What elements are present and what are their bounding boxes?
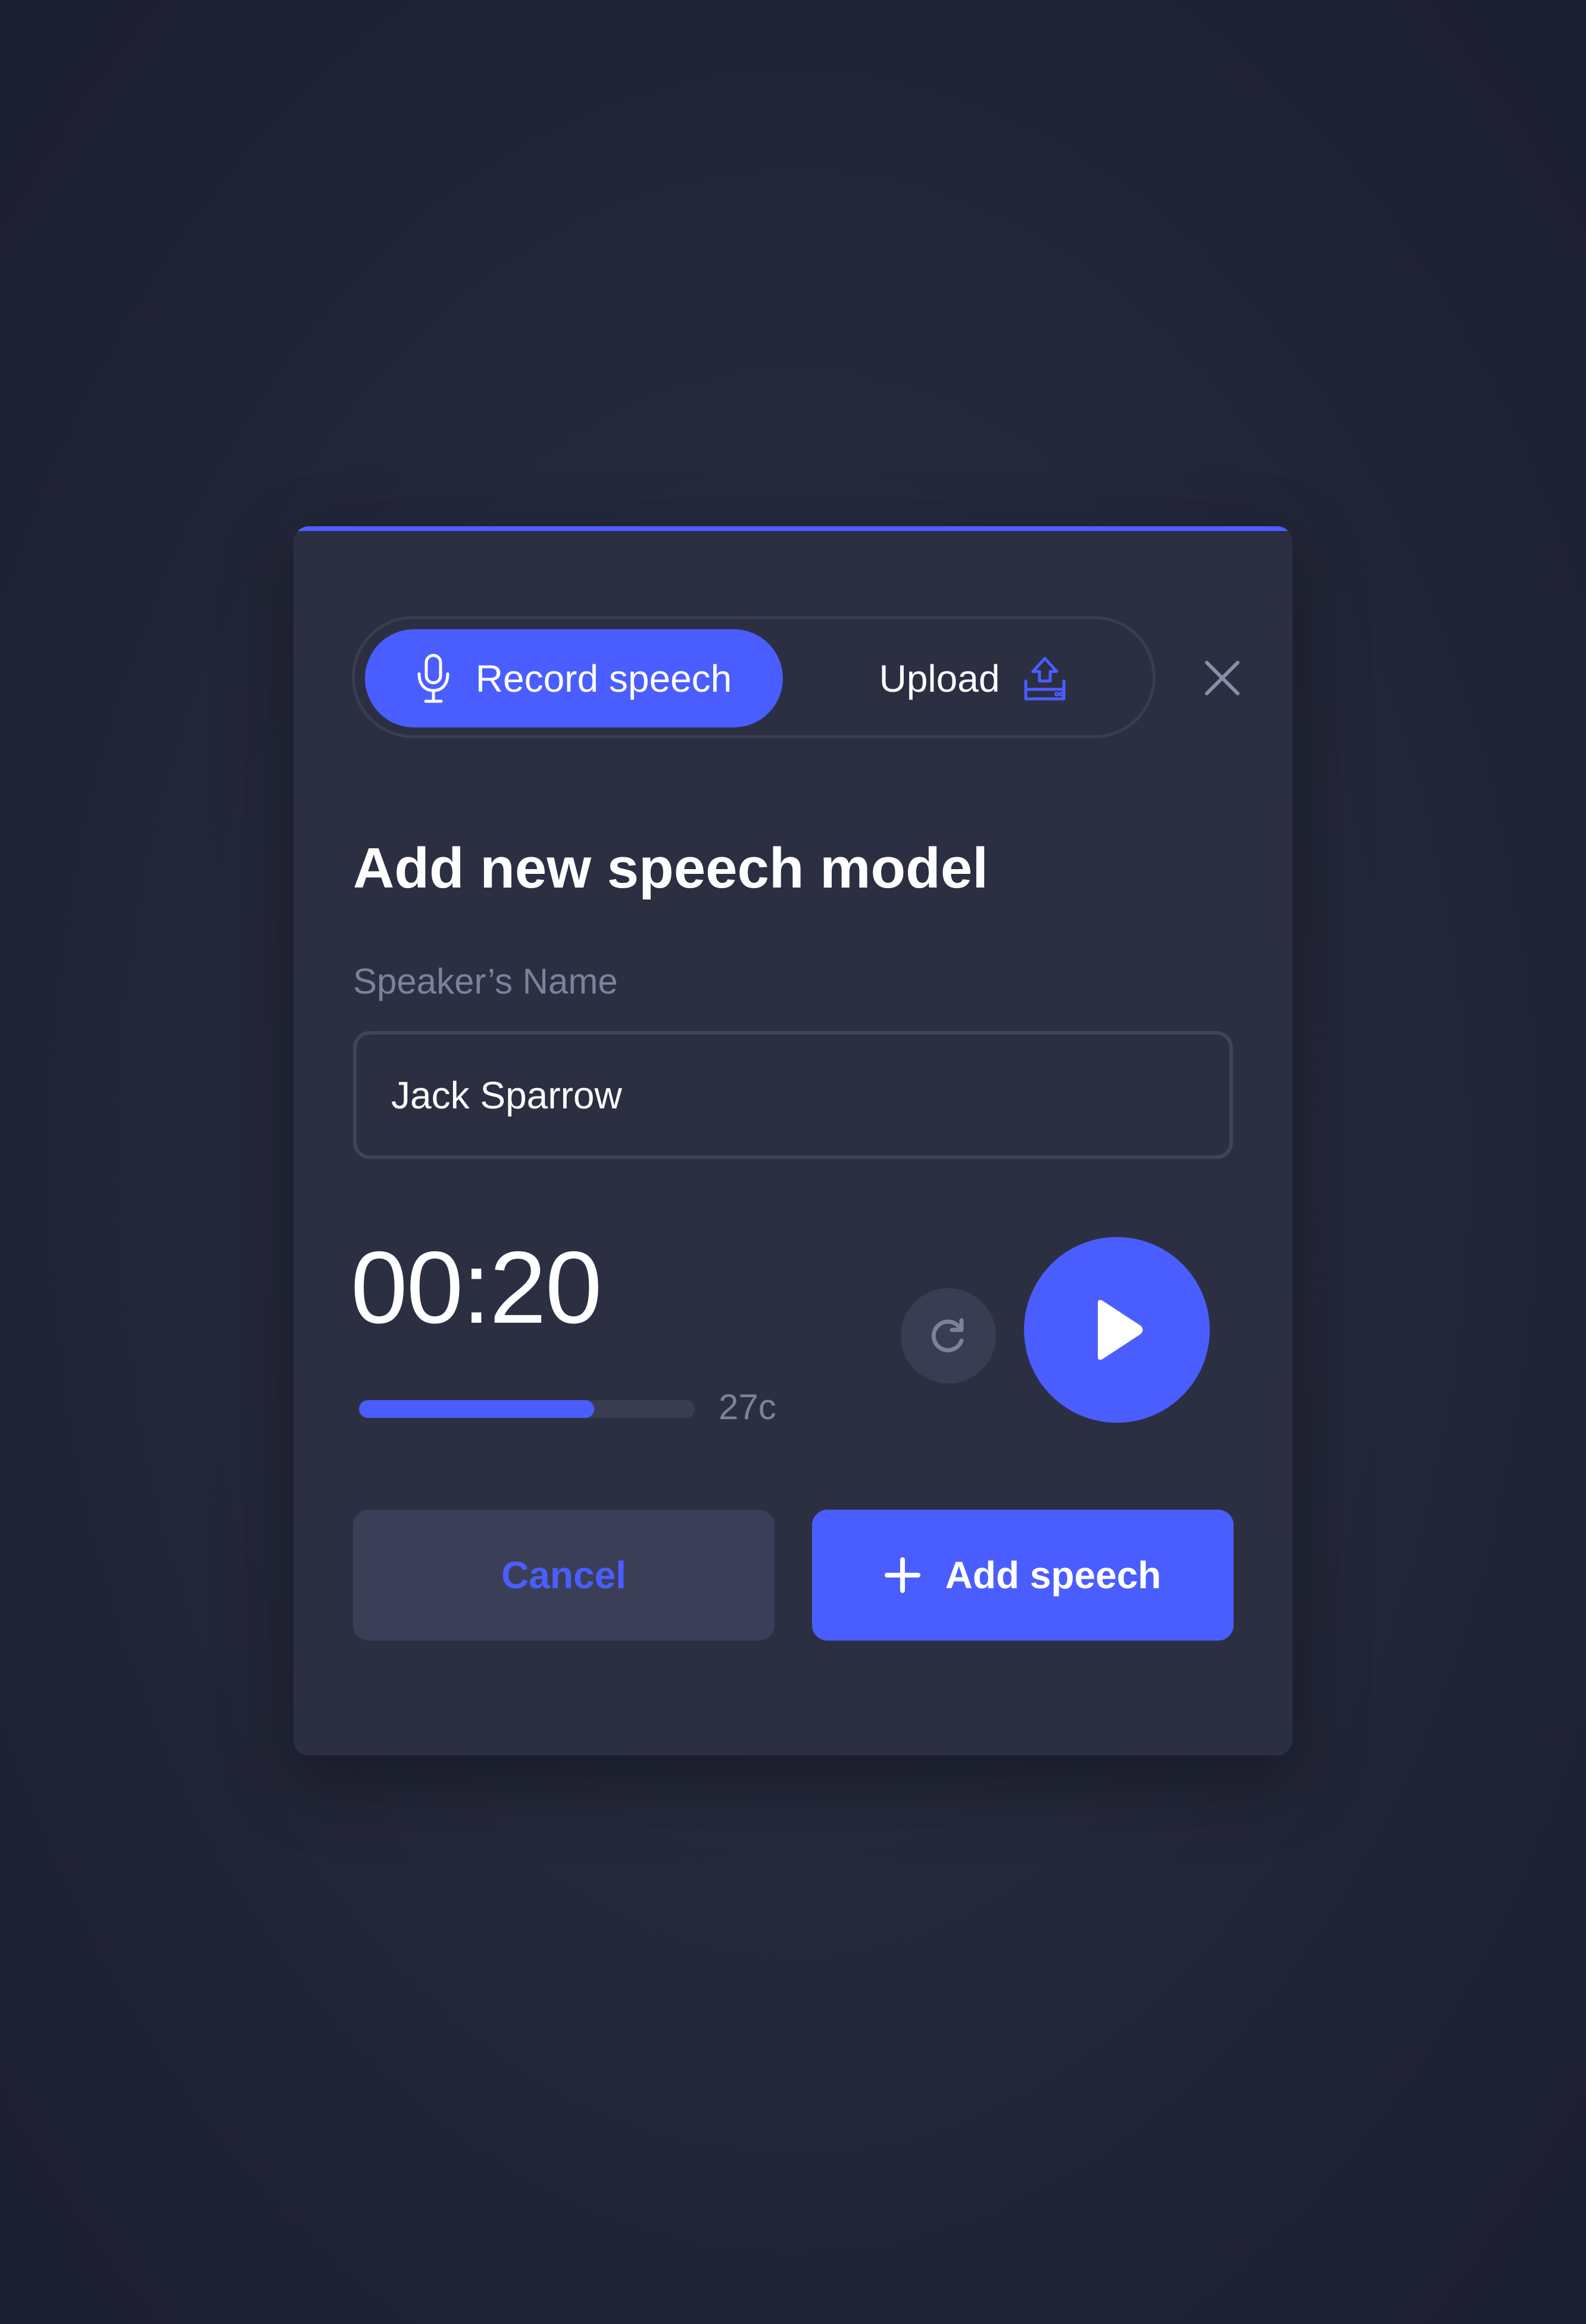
- tab-record-speech[interactable]: Record speech: [365, 629, 783, 727]
- recording-progress-label: 27c: [719, 1387, 776, 1427]
- redo-icon: [927, 1314, 970, 1357]
- dialog-accent-bar: [298, 526, 1288, 531]
- redo-recording-button[interactable]: [901, 1288, 996, 1383]
- close-button[interactable]: [1192, 648, 1252, 708]
- cancel-button[interactable]: Cancel: [353, 1510, 775, 1641]
- play-icon: [1087, 1297, 1147, 1363]
- speaker-name-input[interactable]: [353, 1031, 1233, 1159]
- speaker-name-label: Speaker’s Name: [353, 961, 618, 1001]
- tab-upload-label: Upload: [879, 657, 1000, 700]
- tab-upload[interactable]: Upload: [807, 629, 1141, 727]
- add-speech-button-label: Add speech: [945, 1554, 1162, 1597]
- tab-record-speech-label: Record speech: [475, 657, 732, 700]
- recording-progress-bar: [359, 1400, 695, 1418]
- recording-progress-fill: [359, 1400, 594, 1418]
- plus-icon: [884, 1557, 920, 1593]
- add-speech-button[interactable]: Add speech: [812, 1510, 1234, 1641]
- upload-icon: [1021, 655, 1069, 702]
- microphone-icon: [416, 654, 451, 704]
- mode-segmented-control: Record speech Upload: [352, 616, 1156, 738]
- cancel-button-label: Cancel: [501, 1554, 626, 1597]
- recording-timer: 00:20: [351, 1230, 602, 1345]
- dialog-title: Add new speech model: [353, 836, 988, 900]
- close-icon: [1203, 659, 1241, 697]
- add-speech-model-dialog: Record speech Upload Add new speech mode…: [294, 526, 1292, 1756]
- play-button[interactable]: [1024, 1237, 1210, 1423]
